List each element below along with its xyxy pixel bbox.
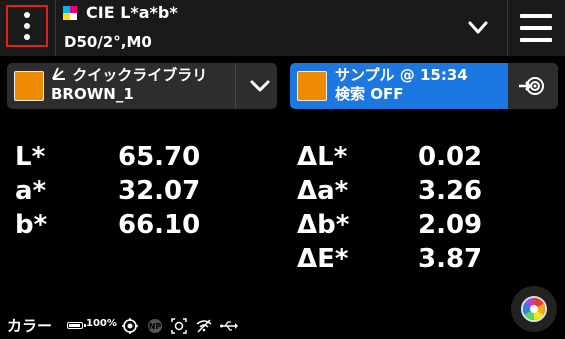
delta-l-label: ΔL* — [297, 142, 348, 172]
delta-a-label: Δa* — [297, 176, 349, 206]
divider — [55, 0, 56, 56]
color-wheel-icon — [521, 296, 547, 322]
sample-button[interactable]: サンプル @ 15:34 検索 OFF — [290, 63, 508, 109]
b-star-value: 66.10 — [118, 210, 201, 240]
delta-e-value: 3.87 — [418, 244, 483, 274]
sample-panel: サンプル @ 15:34 検索 OFF — [290, 63, 558, 109]
menu-line — [520, 14, 552, 18]
illuminant-observer[interactable]: D50/2°,M0 — [64, 33, 152, 51]
kebab-menu-button[interactable] — [6, 5, 48, 47]
battery-level — [69, 324, 80, 327]
library-dropdown-button[interactable] — [245, 72, 275, 100]
color-space-dropdown-button[interactable] — [462, 14, 494, 42]
svg-text:NP: NP — [149, 322, 162, 331]
fan-deck-icon — [52, 67, 65, 80]
l-star-label: L* — [15, 142, 46, 172]
divider — [235, 63, 236, 109]
dot-icon — [24, 34, 30, 40]
hamburger-menu-button[interactable] — [520, 14, 552, 42]
search-status: 検索 OFF — [335, 85, 404, 103]
sample-color-swatch — [297, 71, 327, 101]
library-color-name: BROWN_1 — [51, 85, 134, 103]
delta-b-label: Δb* — [297, 210, 350, 240]
library-name-row: クイックライブラリ — [51, 66, 207, 85]
library-color-swatch — [14, 71, 44, 101]
menu-line — [520, 26, 552, 30]
top-bar: CIE L*a*b* D50/2°,M0 — [0, 0, 565, 56]
divider — [507, 0, 508, 56]
battery-percent: 100% — [86, 318, 117, 329]
battery-icon — [67, 322, 86, 329]
wifi-off-icon — [196, 319, 212, 333]
sample-title: サンプル @ 15:34 — [335, 66, 468, 84]
target-arrow-icon — [519, 77, 544, 95]
chevron-down-icon — [250, 80, 270, 92]
measure-target-button[interactable] — [517, 74, 545, 98]
delta-a-value: 3.26 — [418, 176, 483, 206]
color-wheel-button[interactable] — [511, 286, 557, 332]
mode-label: カラー — [7, 317, 53, 335]
dot-icon — [24, 12, 30, 18]
l-star-value: 65.70 — [118, 142, 201, 172]
status-bar: カラー 100% NP — [0, 308, 480, 338]
delta-l-value: 0.02 — [418, 142, 483, 172]
b-star-label: b* — [15, 210, 48, 240]
delta-e-label: ΔE* — [297, 244, 349, 274]
a-star-value: 32.07 — [118, 176, 201, 206]
aperture-icon — [171, 318, 187, 334]
dot-icon — [24, 23, 30, 29]
color-space-icon — [63, 6, 77, 20]
library-selector[interactable]: クイックライブラリ BROWN_1 — [7, 63, 277, 109]
np-icon: NP — [148, 319, 162, 333]
delta-b-value: 2.09 — [418, 210, 483, 240]
color-space-title[interactable]: CIE L*a*b* — [86, 3, 178, 22]
chevron-down-icon — [468, 21, 488, 34]
usb-icon — [220, 321, 238, 331]
a-star-label: a* — [15, 176, 47, 206]
menu-line — [520, 38, 552, 42]
library-name: クイックライブラリ — [72, 66, 208, 84]
target-icon — [122, 318, 138, 334]
